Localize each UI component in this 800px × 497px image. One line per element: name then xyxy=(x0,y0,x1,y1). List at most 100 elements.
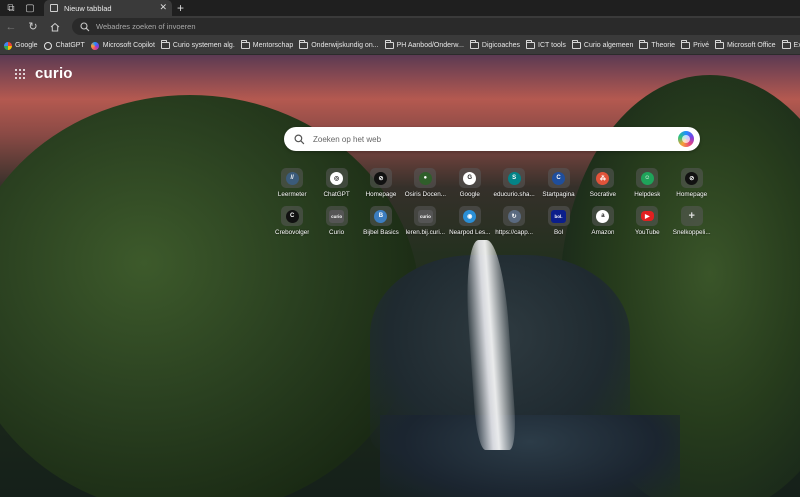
quick-link-tile: // xyxy=(281,168,304,188)
quick-link[interactable]: curio leren.bij.curi... xyxy=(403,206,447,236)
quick-link[interactable]: C Startpagina xyxy=(536,168,580,198)
bookmark-item[interactable]: Theorie xyxy=(639,40,675,50)
search-icon xyxy=(80,21,90,31)
bookmark-label: Examenbureau xyxy=(793,42,800,49)
web-search-input[interactable] xyxy=(313,134,653,144)
close-icon[interactable]: ✕ xyxy=(159,2,167,13)
tab-title: Nieuw tabblad xyxy=(64,3,112,13)
web-search-box[interactable] xyxy=(284,127,700,151)
quick-link-tile: ⊘ xyxy=(680,168,703,188)
quick-link-label: Homepage xyxy=(676,191,708,198)
quick-link-label: Snelkoppeli... xyxy=(672,229,711,236)
folder-icon xyxy=(681,40,691,50)
folder-icon xyxy=(715,40,725,50)
workspaces-icon[interactable]: ⧉ xyxy=(3,0,19,16)
quick-link[interactable]: ● Osiris Docen... xyxy=(403,168,447,198)
add-shortcut-icon: + xyxy=(688,210,695,222)
bookmark-item[interactable]: Curio systemen alg. xyxy=(160,40,235,50)
copilot-icon[interactable] xyxy=(678,131,694,147)
bookmark-item[interactable]: Microsoft Office xyxy=(715,40,776,50)
bookmark-item[interactable]: Examenbureau xyxy=(781,40,800,50)
folder-icon xyxy=(639,40,649,50)
bookmark-item[interactable]: Onderwijskundig on... xyxy=(299,40,379,50)
bookmark-item[interactable]: PH Aanbod/Onderw... xyxy=(384,40,464,50)
capp-icon: ↻ xyxy=(507,209,521,223)
tab-new[interactable]: Nieuw tabblad ✕ xyxy=(44,0,172,16)
toolbar: ← ↻ xyxy=(0,16,800,37)
bookmark-label: Curio algemeen xyxy=(583,42,634,49)
quick-link-label: Crebovolger xyxy=(275,229,310,236)
background-image xyxy=(0,95,420,497)
bookmark-label: PH Aanbod/Onderw... xyxy=(396,42,464,49)
quick-link-tile: ☺ xyxy=(636,168,659,188)
quick-link[interactable]: G Google xyxy=(448,168,492,198)
quick-link[interactable]: C Crebovolger xyxy=(270,206,314,236)
quick-link[interactable]: ⊘ Homepage xyxy=(670,168,714,198)
quick-link[interactable]: bol. Bol xyxy=(536,206,580,236)
folder-icon xyxy=(526,40,536,50)
curio-logo: curio xyxy=(35,65,73,82)
quick-link-label: ChatGPT xyxy=(323,191,350,198)
quick-link[interactable]: ▶ YouTube xyxy=(625,206,669,236)
address-input[interactable] xyxy=(96,22,696,31)
bookmark-item[interactable]: Google xyxy=(3,41,38,50)
bookmark-label: Mentorschap xyxy=(252,42,294,49)
quick-link-label: Helpdesk xyxy=(634,191,661,198)
address-bar[interactable] xyxy=(72,18,800,35)
quick-link[interactable]: ↻ https://capp... xyxy=(492,206,536,236)
quick-link-label: Bijbel Basics xyxy=(363,229,399,236)
back-button[interactable]: ← xyxy=(0,16,22,37)
quick-link[interactable]: Seducurio.sha... xyxy=(492,168,536,198)
bookmark-label: Onderwijskundig on... xyxy=(311,42,379,49)
quick-link[interactable]: ☺ Helpdesk xyxy=(625,168,669,198)
curio-icon: curio xyxy=(417,209,433,223)
crebovolger-icon: C xyxy=(285,209,299,223)
bookmark-item[interactable]: Privé xyxy=(681,40,710,50)
quick-link[interactable]: a Amazon xyxy=(581,206,625,236)
curio-icon: curio xyxy=(329,209,345,223)
quick-link[interactable]: ⊘ Homepage xyxy=(359,168,403,198)
bookmark-label: ChatGPT xyxy=(55,42,85,49)
apps-launcher-icon[interactable] xyxy=(15,68,25,79)
socrative-icon: ⁂ xyxy=(596,171,610,185)
youtube-icon: ▶ xyxy=(640,211,654,221)
amazon-icon: a xyxy=(596,209,610,223)
bookmark-item[interactable]: Digicoaches xyxy=(469,40,521,50)
quick-link-label: Google xyxy=(459,191,480,198)
google-icon: G xyxy=(463,171,477,185)
bookmark-item[interactable]: ICT tools xyxy=(526,40,566,50)
leermeter-icon: // xyxy=(285,171,299,185)
home-button[interactable] xyxy=(44,16,66,37)
quick-link[interactable]: B Bijbel Basics xyxy=(359,206,403,236)
bookmark-item[interactable]: Mentorschap xyxy=(240,40,294,50)
quick-link-tile: ● xyxy=(414,168,437,188)
quick-link[interactable]: ⁂ Socrative xyxy=(581,168,625,198)
bookmark-item[interactable]: Microsoft Copilot xyxy=(91,41,155,50)
quick-link[interactable]: // Leermeter xyxy=(270,168,314,198)
tab-actions-icon[interactable]: ▢ xyxy=(22,0,38,16)
copilot-icon xyxy=(91,41,100,50)
folder-icon xyxy=(781,40,791,50)
refresh-button[interactable]: ↻ xyxy=(22,16,44,37)
chatgpt-icon: ◎ xyxy=(330,171,344,185)
quick-link-label: Socrative xyxy=(589,191,617,198)
bookmark-item[interactable]: Curio algemeen xyxy=(571,40,634,50)
bookmark-label: Digicoaches xyxy=(481,42,521,49)
chatgpt-icon xyxy=(44,41,53,50)
bookmark-label: ICT tools xyxy=(538,42,566,49)
bijbel-icon: B xyxy=(374,209,388,223)
new-tab-page: curio // Leermeter ◎ ChatGPT ⊘ Homepage ● Osiri… xyxy=(0,55,800,497)
quick-link[interactable]: ◉ Nearpod Les... xyxy=(448,206,492,236)
quick-link-label: Curio xyxy=(329,229,345,236)
bookmark-label: Privé xyxy=(693,42,710,49)
bookmarks-bar: Google ChatGPT Microsoft Copilot Curio syst… xyxy=(0,37,800,55)
folder-icon xyxy=(240,40,250,50)
quick-link[interactable]: ◎ ChatGPT xyxy=(314,168,358,198)
homepage-icon: ⊘ xyxy=(374,171,388,185)
quick-links: // Leermeter ◎ ChatGPT ⊘ Homepage ● Osiris Doce… xyxy=(270,168,714,236)
add-shortcut-button[interactable]: + Snelkoppeli... xyxy=(670,206,714,236)
background-pool xyxy=(380,415,680,497)
new-tab-button[interactable]: + xyxy=(177,0,184,16)
bookmark-item[interactable]: ChatGPT xyxy=(44,41,85,50)
quick-link[interactable]: curio Curio xyxy=(314,206,358,236)
